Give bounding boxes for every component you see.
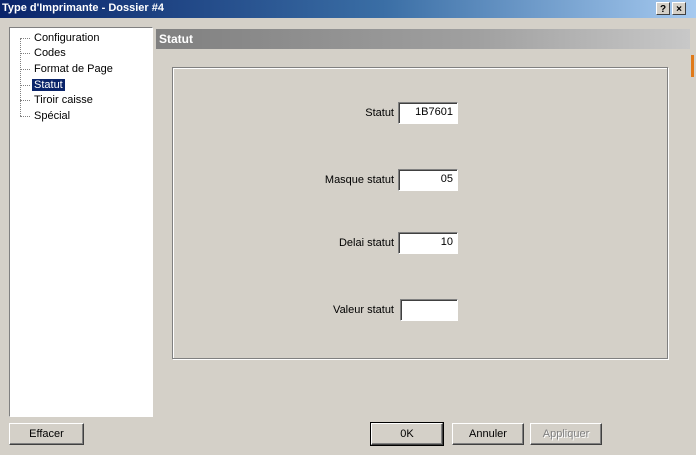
help-button[interactable]: ? (656, 2, 670, 15)
tree-item-label: Tiroir caisse (34, 94, 93, 106)
title-bar: Type d'Imprimante - Dossier #4 ? × (0, 0, 696, 18)
panel-header: Statut (156, 29, 690, 49)
statut-field[interactable]: 1B7601 (398, 102, 458, 124)
settings-tree[interactable]: Configuration Codes Format de Page Statu… (9, 27, 153, 417)
window-title: Type d'Imprimante - Dossier #4 (2, 2, 164, 14)
tree-item-tiroir-caisse[interactable]: Tiroir caisse (20, 93, 95, 107)
tree-item-format-de-page[interactable]: Format de Page (20, 62, 115, 76)
panel-title: Statut (159, 32, 193, 46)
delai-statut-field[interactable]: 10 (398, 232, 458, 254)
tree-item-configuration[interactable]: Configuration (20, 31, 101, 45)
tree-item-label: Spécial (34, 110, 71, 122)
tree-item-label: Format de Page (34, 63, 113, 75)
tree-item-label: Configuration (34, 32, 100, 44)
tree-item-label: Statut (32, 79, 65, 91)
tree-item-label: Codes (34, 47, 66, 59)
close-button[interactable]: × (672, 2, 686, 15)
ok-button[interactable]: 0K (370, 422, 444, 446)
valeur-statut-label: Valeur statut (333, 304, 394, 316)
annuler-button[interactable]: Annuler (452, 423, 524, 445)
tree-item-statut[interactable]: Statut (20, 78, 65, 92)
appliquer-button[interactable]: Appliquer (530, 423, 602, 445)
statut-label: Statut (365, 107, 394, 119)
tree-item-codes[interactable]: Codes (20, 46, 68, 60)
masque-statut-field[interactable]: 05 (398, 169, 458, 191)
tree-item-special[interactable]: Spécial (20, 109, 72, 123)
edge-marker (691, 55, 694, 77)
valeur-statut-field[interactable] (400, 299, 458, 321)
masque-statut-label: Masque statut (324, 174, 394, 186)
effacer-button[interactable]: Effacer (9, 423, 84, 445)
delai-statut-label: Delai statut (338, 237, 394, 249)
